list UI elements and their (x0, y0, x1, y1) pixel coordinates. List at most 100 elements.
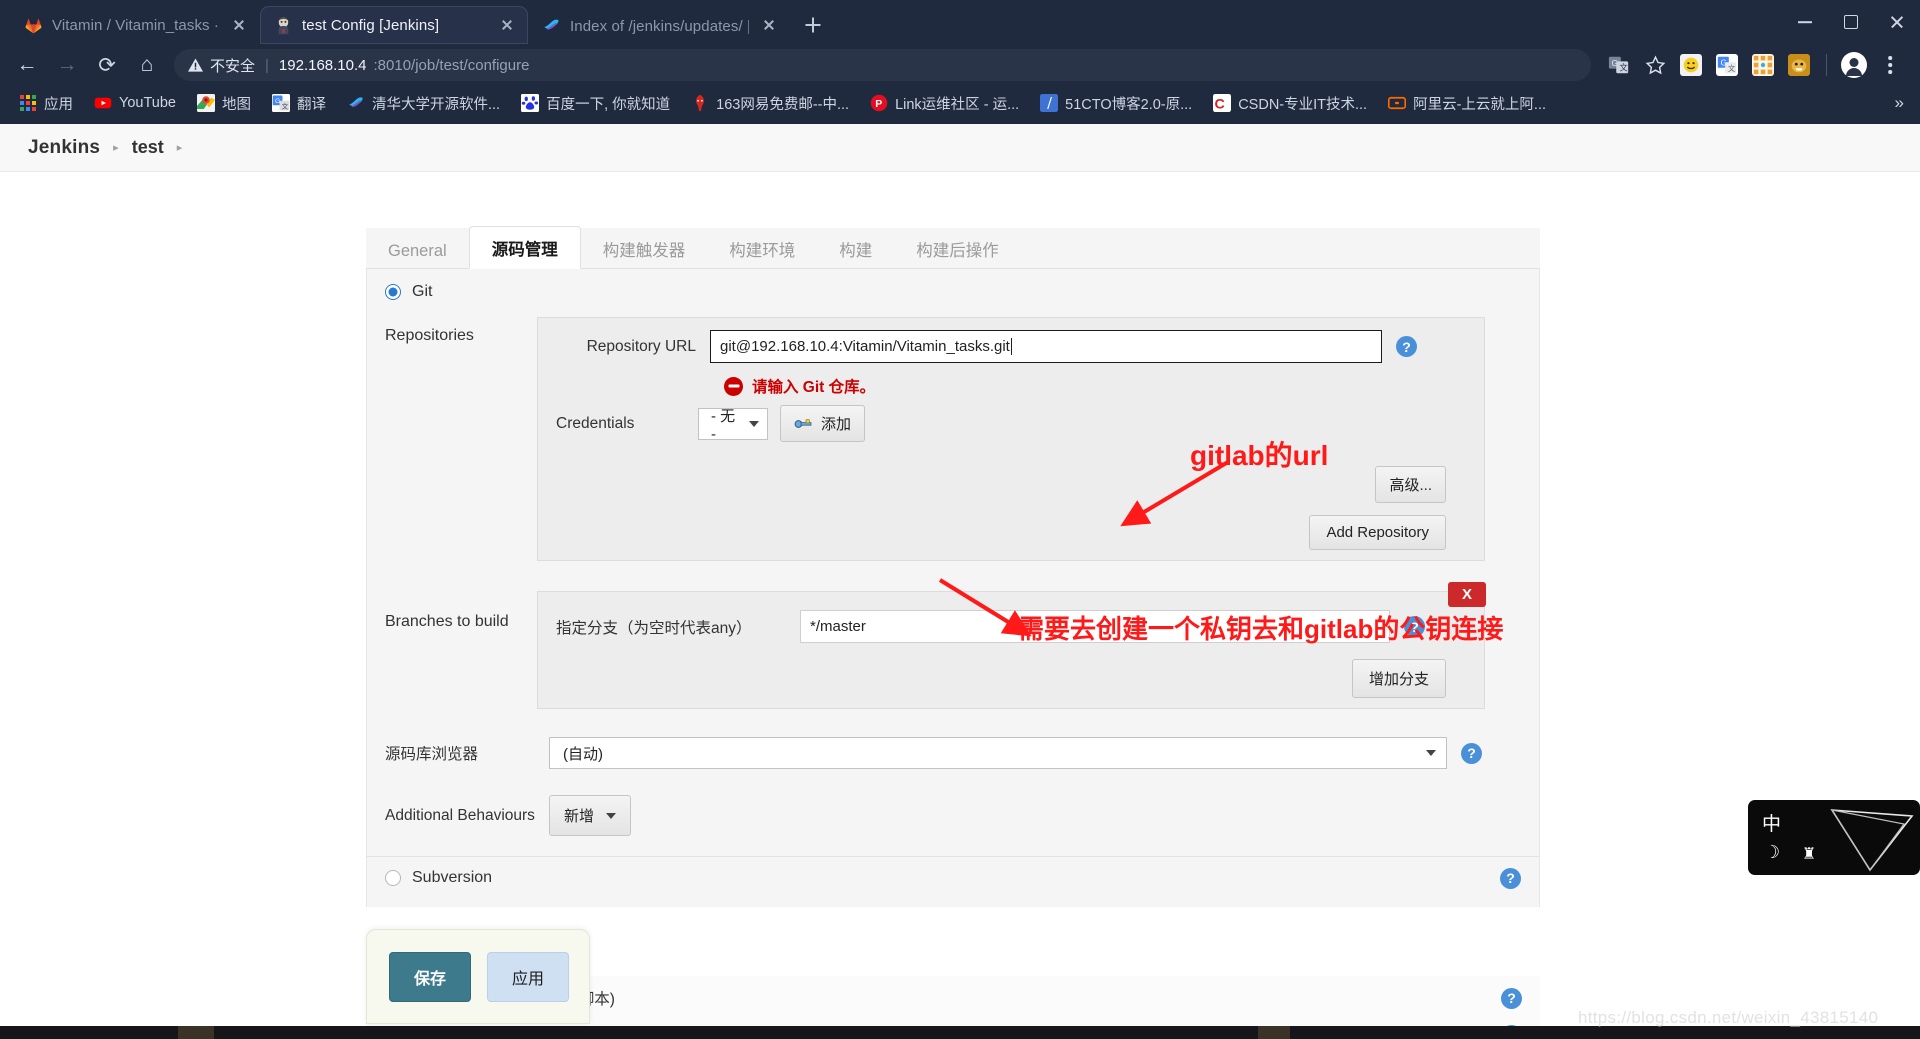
repository-url-row: Repository URL git@192.168.10.4:Vitamin/… (538, 318, 1484, 369)
repository-url-label: Repository URL (586, 337, 696, 355)
csdn-icon: C (1213, 94, 1232, 112)
ime-moon-icon: ☽ (1764, 842, 1781, 862)
git-radio[interactable] (385, 284, 401, 300)
bookmark-label: 清华大学开源软件... (371, 96, 501, 113)
credentials-select[interactable]: - 无 - (698, 407, 768, 443)
extension-emoji-icon[interactable] (1675, 50, 1707, 80)
tab-build-triggers[interactable]: 构建触发器 (581, 228, 708, 269)
repositories-body: Repository URL git@192.168.10.4:Vitamin/… (537, 317, 1485, 561)
taskbar-seg-2 (214, 1026, 1258, 1039)
tab-build-environment[interactable]: 构建环境 (707, 228, 817, 269)
advanced-button[interactable]: 高级... (1375, 466, 1446, 503)
add-behaviour-button[interactable]: 新增 (549, 795, 632, 836)
repository-url-error: 请输入 Git 仓库。 (538, 369, 1484, 401)
delete-branch-button[interactable]: X (1447, 582, 1486, 607)
minimize-icon[interactable] (1782, 0, 1828, 44)
tab-close-icon-2[interactable] (758, 14, 780, 36)
breadcrumb-job[interactable]: test (132, 137, 164, 158)
subversion-help-icon[interactable]: ? (1500, 867, 1521, 889)
apply-button[interactable]: 应用 (487, 951, 570, 1002)
browser-tab-1[interactable]: test Config [Jenkins] (260, 6, 528, 44)
tab-general[interactable]: General (366, 233, 469, 269)
config-tabbar: General 源码管理 构建触发器 构建环境 构建 构建后操作 (366, 226, 1540, 269)
tab-close-icon-0[interactable] (228, 14, 250, 36)
add-repository-row: Add Repository (538, 513, 1484, 560)
home-icon[interactable]: ⌂ (128, 48, 166, 82)
branch-spec-input[interactable]: */master (800, 610, 1390, 643)
browser-tab-2[interactable]: Index of /jenkins/updates/ | 清 (528, 6, 790, 44)
bookmark-apps[interactable]: 应用 (10, 89, 82, 118)
jenkins-icon (274, 16, 293, 35)
breadcrumb: Jenkins ▸ test ▸ (0, 124, 1920, 172)
bookmark-baidu[interactable]: 百度一下, 你就知道 (512, 89, 679, 118)
chevron-down-icon (606, 812, 617, 819)
repository-url-help-icon[interactable]: ? (1396, 336, 1417, 357)
back-arrow-icon[interactable]: ← (8, 48, 46, 82)
bookmarks-overflow-icon[interactable]: » (1889, 93, 1910, 113)
add-branch-button[interactable]: 增加分支 (1351, 659, 1446, 698)
ime-indicator[interactable]: 中 ☽ ♜ (1748, 800, 1920, 875)
bookmark-star-icon[interactable] (1639, 50, 1671, 80)
apps-grid-icon (19, 94, 37, 112)
bookmark-label: 百度一下, 你就知道 (546, 96, 671, 113)
scm-option-subversion[interactable]: Subversion ? (367, 857, 1539, 897)
bookmark-netease-mail[interactable]: 163网易免费邮--中... (682, 89, 858, 118)
tab-build[interactable]: 构建 (817, 228, 894, 269)
add-credentials-button[interactable]: 添加 (780, 405, 866, 442)
trigger-remote-build-help-icon[interactable]: ? (1501, 987, 1522, 1009)
reload-icon[interactable]: ⟳ (88, 48, 126, 82)
repository-url-input[interactable]: git@192.168.10.4:Vitamin/Vitamin_tasks.g… (710, 330, 1382, 363)
branch-spec-help-icon[interactable]: ? (1404, 616, 1425, 637)
google-translate-icon[interactable]: G文 (1603, 50, 1635, 80)
link-community-icon: P (870, 94, 888, 112)
subversion-radio[interactable] (385, 870, 401, 886)
bookmark-51cto[interactable]: 51CTO博客2.0-原... (1031, 89, 1201, 118)
bookmark-translate[interactable]: G文 翻译 (263, 89, 335, 118)
forward-arrow-icon[interactable]: → (48, 48, 86, 82)
extension-tiger-icon[interactable] (1783, 50, 1815, 80)
window-controls (1782, 0, 1920, 44)
bookmark-youtube[interactable]: YouTube (85, 90, 185, 116)
bookmark-label: 地图 (221, 96, 251, 113)
tab-source-code-management[interactable]: 源码管理 (468, 226, 581, 269)
browser-tab-0[interactable]: Vitamin / Vitamin_tasks · GitLa (10, 6, 260, 44)
bookmark-maps[interactable]: 地图 (188, 89, 260, 118)
text-caret (1010, 338, 1012, 355)
aliyun-icon (1388, 94, 1407, 112)
repository-browser-help-icon[interactable]: ? (1461, 742, 1482, 764)
add-branch-row: 增加分支 (538, 649, 1484, 708)
credentials-value: - 无 - (711, 407, 736, 443)
toolbar-actions: G文 G文 (1603, 50, 1912, 80)
bookmark-link-community[interactable]: P Link运维社区 - 运... (861, 89, 1028, 118)
bookmark-aliyun[interactable]: 阿里云-上云就上阿... (1379, 89, 1555, 118)
not-secure-warning-icon (188, 58, 203, 72)
new-tab-button[interactable] (798, 10, 828, 40)
error-icon (724, 376, 743, 396)
extension-grid-icon[interactable] (1747, 50, 1779, 80)
chrome-menu-icon[interactable] (1874, 50, 1906, 80)
ime-logo-icon (1830, 809, 1914, 872)
ime-shirt-icon: ♜ (1802, 846, 1817, 863)
credentials-label: Credentials (556, 414, 635, 432)
extension-translate-icon[interactable]: G文 (1711, 50, 1743, 80)
breadcrumb-jenkins[interactable]: Jenkins (28, 137, 100, 159)
repository-browser-select[interactable]: (自动) (549, 737, 1447, 769)
browser-window: Vitamin / Vitamin_tasks · GitLa test Con… (0, 0, 1920, 1039)
repository-browser-label: 源码库浏览器 (385, 746, 479, 763)
maximize-icon[interactable] (1828, 0, 1874, 44)
tab-post-build-actions[interactable]: 构建后操作 (894, 228, 1021, 269)
profile-avatar-icon[interactable] (1838, 50, 1870, 80)
bookmark-tsinghua-mirror[interactable]: 清华大学开源软件... (338, 89, 509, 118)
add-repository-button[interactable]: Add Repository (1309, 515, 1446, 550)
address-bar[interactable]: 不安全 | 192.168.10.4 :8010/job/test/config… (174, 49, 1591, 81)
save-button[interactable]: 保存 (389, 951, 472, 1002)
svg-text:G: G (275, 98, 280, 105)
tab-close-icon-1[interactable] (496, 14, 518, 36)
google-maps-icon (196, 94, 215, 112)
repositories-section: Repositories Repository URL git@192.168.… (367, 311, 1539, 567)
repository-url-value: git@192.168.10.4:Vitamin/Vitamin_tasks.g… (720, 338, 1010, 355)
bookmark-csdn[interactable]: C CSDN-专业IT技术... (1204, 89, 1376, 118)
scm-option-git[interactable]: Git (367, 269, 1539, 311)
taskbar-seg-1 (0, 1026, 178, 1039)
close-icon[interactable] (1874, 0, 1920, 44)
